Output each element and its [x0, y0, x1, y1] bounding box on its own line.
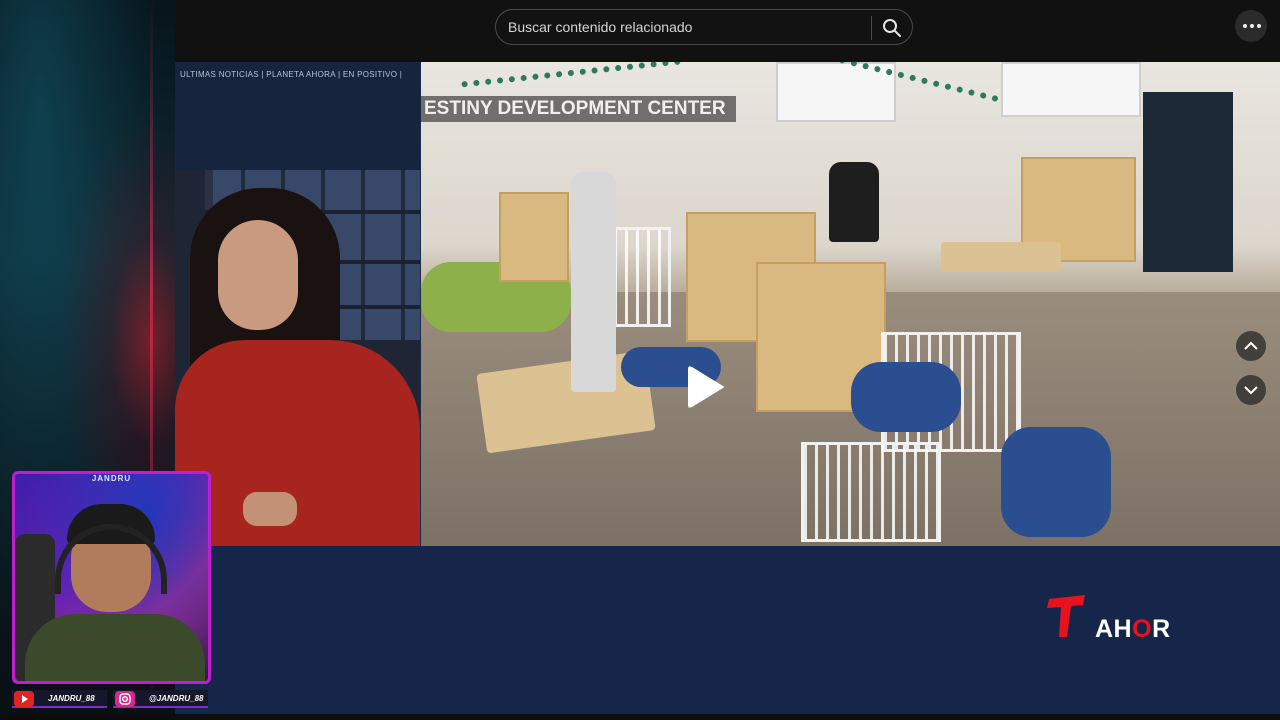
- news-anchor-face: [218, 220, 298, 330]
- news-anchor-hands: [243, 492, 297, 526]
- video-player[interactable]: ULTIMAS NOTICIAS | PLANETA AHORA | EN PO…: [175, 62, 1280, 714]
- instagram-handle: @JANDRU_88: [113, 690, 208, 708]
- news-ticker: ULTIMAS NOTICIAS | PLANETA AHORA | EN PO…: [175, 62, 420, 170]
- social-handles: JANDRU_88 @JANDRU_88: [12, 690, 208, 708]
- more-options-button[interactable]: [1235, 10, 1267, 42]
- search-icon: [883, 19, 901, 37]
- classroom-footage: ESTINY DEVELOPMENT CENTER: [421, 62, 1280, 546]
- garland: [461, 62, 681, 88]
- blue-beanbag: [1001, 427, 1111, 537]
- youtube-handle: JANDRU_88: [12, 690, 107, 708]
- previous-video-button[interactable]: [1236, 331, 1266, 361]
- ahora-logo: AHOR: [1095, 615, 1171, 643]
- chevron-down-icon: [1244, 386, 1258, 395]
- classroom-window: [1001, 62, 1141, 117]
- video-caption: ESTINY DEVELOPMENT CENTER: [421, 96, 736, 122]
- caregiver-person: [571, 172, 616, 392]
- caregiver-person: [829, 162, 879, 242]
- news-anchor-body: [175, 340, 420, 546]
- play-icon[interactable]: [686, 364, 726, 410]
- youtube-icon: [14, 691, 34, 707]
- telemundo-logo-icon: [1047, 595, 1085, 637]
- kids-table: [941, 242, 1061, 272]
- crib: [611, 227, 671, 327]
- search-box[interactable]: Buscar contenido relacionado: [495, 9, 913, 45]
- crib: [801, 442, 941, 542]
- search-input[interactable]: Buscar contenido relacionado: [508, 19, 692, 35]
- player-screen: Buscar contenido relacionado ULTIMAS NOT…: [0, 0, 1280, 720]
- bottom-strip: [0, 714, 1280, 720]
- instagram-handle-text: @JANDRU_88: [149, 694, 204, 703]
- more-icon: [1243, 24, 1261, 28]
- classroom-door: [1143, 92, 1233, 272]
- next-video-button[interactable]: [1236, 375, 1266, 405]
- streamer-shirt: [25, 614, 205, 681]
- blue-cushion: [851, 362, 961, 432]
- streamer-webcam: JANDRU: [12, 471, 211, 684]
- search-button[interactable]: [882, 18, 902, 38]
- search-divider: [871, 16, 872, 40]
- webcam-label: JANDRU: [91, 474, 132, 483]
- anchor-panel: [175, 170, 420, 546]
- youtube-handle-text: JANDRU_88: [48, 694, 95, 703]
- chevron-up-icon: [1244, 341, 1258, 350]
- ticker-text: ULTIMAS NOTICIAS | PLANETA AHORA | EN PO…: [180, 70, 403, 79]
- toy-shelf: [499, 192, 569, 282]
- instagram-icon: [115, 691, 135, 707]
